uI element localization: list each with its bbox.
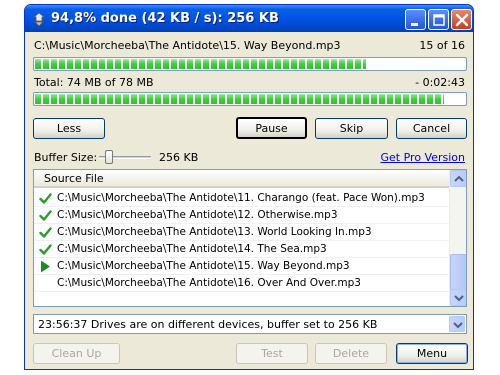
app-icon (31, 11, 47, 27)
file-progress-fill (35, 59, 367, 69)
list-scrollbar[interactable] (449, 170, 466, 306)
checkmark-icon (39, 243, 52, 256)
skip-button[interactable]: Skip (315, 118, 388, 139)
scroll-up-button[interactable] (450, 170, 466, 187)
pause-button[interactable]: Pause (236, 117, 307, 139)
current-file-path: C:\Music\Morcheeba\The Antidote\15. Way … (34, 39, 341, 52)
scroll-down-button[interactable] (450, 289, 466, 306)
menu-button[interactable]: Menu (396, 343, 468, 364)
status-dropdown-button[interactable] (449, 316, 465, 332)
buffer-slider-thumb[interactable] (105, 150, 114, 164)
scroll-thumb[interactable] (450, 254, 466, 290)
chevron-down-icon (453, 322, 463, 329)
get-pro-version-link[interactable]: Get Pro Version (381, 151, 466, 164)
minimize-button[interactable] (405, 9, 426, 30)
checkmark-icon (39, 209, 52, 222)
test-button[interactable]: Test (236, 343, 308, 364)
source-file-list[interactable]: Source File C:\Music\Morcheeba\The Antid… (33, 169, 467, 307)
buffer-size-label: Buffer Size: (34, 151, 98, 164)
time-remaining: - 0:02:43 (415, 76, 465, 89)
copy-progress-window: 94,8% done (42 KB / s): 256 KB C:\Music\… (24, 4, 474, 370)
source-file-path: C:\Music\Morcheeba\The Antidote\15. Way … (57, 260, 350, 272)
list-item[interactable]: C:\Music\Morcheeba\The Antidote\11. Char… (34, 190, 450, 207)
list-item[interactable]: C:\Music\Morcheeba\The Antidote\16. Over… (34, 275, 450, 292)
list-item[interactable]: C:\Music\Morcheeba\The Antidote\12. Othe… (34, 207, 450, 224)
title-bar[interactable]: 94,8% done (42 KB / s): 256 KB (25, 5, 473, 32)
source-file-path: C:\Music\Morcheeba\The Antidote\16. Over… (57, 277, 361, 289)
source-file-path: C:\Music\Morcheeba\The Antidote\12. Othe… (57, 209, 338, 221)
source-file-path: C:\Music\Morcheeba\The Antidote\14. The … (57, 243, 327, 255)
clean-up-button[interactable]: Clean Up (33, 343, 120, 364)
list-item[interactable]: C:\Music\Morcheeba\The Antidote\13. Worl… (34, 224, 450, 241)
buffer-size-value: 256 KB (159, 151, 199, 164)
status-blank (39, 277, 52, 290)
list-item[interactable]: C:\Music\Morcheeba\The Antidote\15. Way … (34, 258, 450, 275)
close-icon (455, 13, 469, 27)
status-log-dropdown[interactable]: 23:56:37 Drives are on different devices… (33, 314, 467, 334)
total-size: Total: 74 MB of 78 MB (34, 76, 154, 89)
file-progress-bar (33, 57, 467, 71)
checkmark-icon (39, 192, 52, 205)
maximize-icon (433, 14, 445, 26)
less-button[interactable]: Less (33, 118, 105, 139)
list-item[interactable]: C:\Music\Morcheeba\The Antidote\14. The … (34, 241, 450, 258)
close-button[interactable] (451, 9, 472, 30)
file-count: 15 of 16 (419, 39, 465, 52)
total-progress-fill (35, 94, 444, 104)
source-file-column-header[interactable]: Source File (34, 170, 450, 188)
file-rows: C:\Music\Morcheeba\The Antidote\11. Char… (34, 190, 450, 292)
source-file-path: C:\Music\Morcheeba\The Antidote\13. Worl… (57, 226, 372, 238)
chevron-down-icon (454, 295, 464, 302)
chevron-up-icon (454, 175, 464, 182)
source-file-path: C:\Music\Morcheeba\The Antidote\11. Char… (57, 192, 425, 204)
delete-button[interactable]: Delete (315, 343, 387, 364)
checkmark-icon (39, 226, 52, 239)
window-title: 94,8% done (42 KB / s): 256 KB (51, 11, 279, 26)
status-message: 23:56:37 Drives are on different devices… (38, 318, 378, 331)
cancel-button[interactable]: Cancel (396, 118, 467, 139)
minimize-icon (411, 23, 418, 26)
play-icon (39, 260, 52, 273)
maximize-button[interactable] (428, 9, 449, 30)
total-progress-bar (33, 92, 467, 106)
